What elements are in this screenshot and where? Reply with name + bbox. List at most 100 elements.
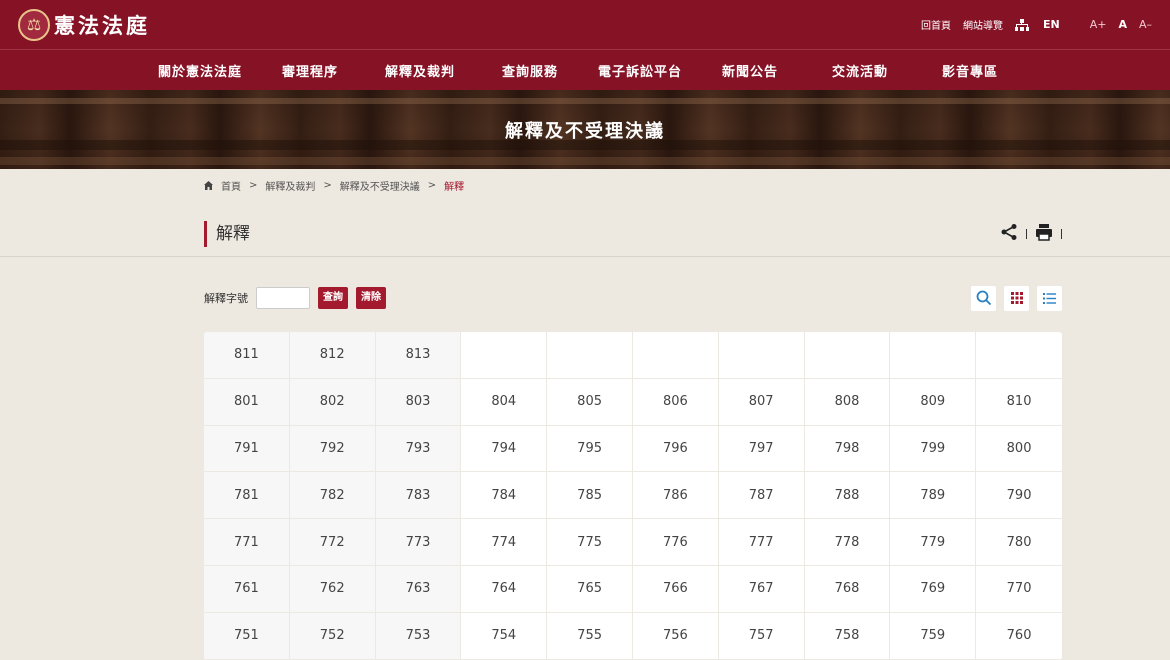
interpretation-number-cell[interactable]: 759 (890, 612, 977, 659)
interpretation-number-cell[interactable]: 810 (976, 379, 1062, 425)
font-size-decrease[interactable]: A– (1139, 18, 1152, 31)
interpretation-number-cell[interactable]: 799 (890, 425, 977, 472)
interpretation-number-cell[interactable]: 812 (289, 332, 376, 378)
list-view-icon[interactable] (1037, 285, 1062, 311)
font-size-increase[interactable]: A+ (1090, 18, 1107, 31)
search-icon[interactable] (971, 285, 996, 311)
interpretation-number-cell[interactable]: 801 (204, 378, 290, 425)
font-size-controls: A+ A A– (1090, 18, 1152, 31)
interpretation-number-cell[interactable]: 753 (375, 612, 462, 659)
share-icon[interactable] (1000, 223, 1018, 245)
clear-button[interactable]: 清除 (356, 287, 386, 309)
home-link[interactable]: 回首頁 (921, 17, 951, 32)
interpretation-number-cell[interactable]: 757 (719, 612, 805, 659)
interpretation-number-cell[interactable]: 779 (890, 519, 977, 565)
interpretation-number-cell[interactable]: 771 (204, 519, 290, 565)
interpretation-number-cell[interactable]: 813 (375, 332, 462, 378)
query-button[interactable]: 查詢 (318, 287, 348, 309)
interpretation-number-cell[interactable]: 784 (461, 472, 548, 519)
nav-item-e-litigation[interactable]: 電子訴訟平台 (585, 61, 695, 80)
interpretation-number-cell[interactable]: 765 (547, 565, 633, 612)
interpretation-number-cell[interactable]: 783 (375, 472, 462, 519)
interpretation-number-cell[interactable]: 806 (633, 378, 719, 425)
nav-item-rulings[interactable]: 解釋及裁判 (365, 61, 475, 80)
search-label: 解釋字號 (204, 292, 248, 305)
grid-view-icon[interactable] (1004, 285, 1029, 311)
interpretation-number-cell[interactable]: 755 (547, 612, 633, 659)
interpretation-number-cell[interactable]: 805 (547, 378, 633, 425)
nav-item-search-services[interactable]: 查詢服務 (475, 61, 585, 80)
interpretation-number-cell[interactable]: 754 (461, 612, 548, 659)
interpretation-number-cell[interactable]: 786 (633, 472, 719, 519)
interpretation-number-cell[interactable]: 811 (204, 332, 290, 378)
grid-row: 791 792 793 794 795 796 797 798 799 800 (204, 425, 1062, 473)
print-icon[interactable] (1035, 223, 1053, 245)
interpretation-number-cell[interactable]: 766 (633, 565, 719, 612)
interpretation-number-cell[interactable]: 758 (805, 612, 891, 659)
breadcrumb-rulings[interactable]: 解釋及裁判 (265, 178, 315, 193)
interpretation-number-cell[interactable]: 789 (890, 472, 977, 519)
interpretation-number-cell[interactable]: 796 (633, 425, 719, 472)
interpretation-number-input[interactable] (256, 287, 310, 309)
interpretation-number-cell[interactable]: 808 (805, 378, 891, 425)
interpretation-number-cell[interactable]: 768 (805, 565, 891, 612)
interpretation-number-cell[interactable]: 751 (204, 612, 290, 659)
grid-row: 751 752 753 754 755 756 757 758 759 760 (204, 612, 1062, 660)
interpretation-number-cell[interactable]: 787 (719, 472, 805, 519)
interpretation-number-cell[interactable]: 773 (375, 519, 462, 565)
grid-row: 781 782 783 784 785 786 787 788 789 790 (204, 472, 1062, 520)
page-banner: 解釋及不受理決議 (0, 90, 1170, 169)
interpretation-number-cell[interactable]: 785 (547, 472, 633, 519)
interpretation-number-cell[interactable]: 769 (890, 565, 977, 612)
interpretation-number-cell[interactable]: 809 (890, 378, 977, 425)
breadcrumb-home[interactable]: 首頁 (221, 178, 241, 193)
nav-item-about[interactable]: 關於憲法法庭 (145, 61, 255, 80)
interpretation-number-cell[interactable]: 770 (976, 566, 1062, 612)
grid-row: 811 812 813 (204, 332, 1062, 379)
home-icon (204, 181, 213, 190)
interpretation-number-cell[interactable]: 774 (461, 519, 548, 565)
interpretation-number-cell[interactable]: 778 (805, 519, 891, 565)
interpretation-number-cell[interactable]: 800 (976, 426, 1062, 472)
font-size-default[interactable]: A (1118, 18, 1127, 31)
sitemap-icon[interactable] (1014, 18, 1029, 31)
interpretation-number-cell[interactable]: 760 (976, 613, 1062, 659)
interpretation-number-cell[interactable]: 767 (719, 565, 805, 612)
language-toggle[interactable]: EN (1043, 18, 1060, 31)
interpretation-number-cell[interactable]: 763 (375, 565, 462, 612)
interpretation-number-cell[interactable]: 794 (461, 425, 548, 472)
interpretation-number-cell[interactable]: 764 (461, 565, 548, 612)
interpretation-number-cell[interactable]: 775 (547, 519, 633, 565)
interpretation-number-cell[interactable]: 781 (204, 472, 290, 519)
interpretation-number-cell[interactable]: 777 (719, 519, 805, 565)
interpretation-number-cell[interactable]: 802 (289, 378, 376, 425)
interpretation-number-cell[interactable]: 793 (375, 425, 462, 472)
interpretation-number-cell[interactable]: 776 (633, 519, 719, 565)
interpretation-number-cell[interactable]: 790 (976, 472, 1062, 518)
nav-item-procedure[interactable]: 審理程序 (255, 61, 365, 80)
interpretation-number-cell[interactable]: 797 (719, 425, 805, 472)
interpretation-number-cell[interactable]: 788 (805, 472, 891, 519)
interpretation-number-cell[interactable]: 792 (289, 425, 376, 472)
interpretation-number-cell[interactable]: 791 (204, 425, 290, 472)
interpretation-number-cell[interactable]: 803 (375, 378, 462, 425)
interpretation-number-cell[interactable]: 752 (289, 612, 376, 659)
interpretation-number-cell[interactable]: 795 (547, 425, 633, 472)
interpretation-number-cell[interactable]: 798 (805, 425, 891, 472)
interpretation-number-cell[interactable]: 780 (976, 519, 1062, 565)
interpretation-number-cell[interactable]: 772 (289, 519, 376, 565)
interpretation-number-cell[interactable]: 782 (289, 472, 376, 519)
sitemap-link[interactable]: 網站導覽 (963, 17, 1003, 32)
site-brand[interactable]: ⚖ 憲法法庭 (18, 8, 150, 41)
nav-item-news[interactable]: 新聞公告 (695, 61, 805, 80)
breadcrumb-decisions[interactable]: 解釋及不受理決議 (340, 178, 420, 193)
nav-item-events[interactable]: 交流活動 (805, 61, 915, 80)
interpretation-number-cell[interactable]: 761 (204, 565, 290, 612)
tool-divider (1026, 229, 1027, 239)
interpretation-number-cell[interactable]: 762 (289, 565, 376, 612)
nav-item-media[interactable]: 影音專區 (915, 61, 1025, 80)
interpretation-number-cell[interactable]: 807 (719, 378, 805, 425)
interpretation-number-cell[interactable]: 756 (633, 612, 719, 659)
interpretation-number-cell[interactable]: 804 (461, 378, 548, 425)
page-title: 解釋 (204, 221, 250, 247)
